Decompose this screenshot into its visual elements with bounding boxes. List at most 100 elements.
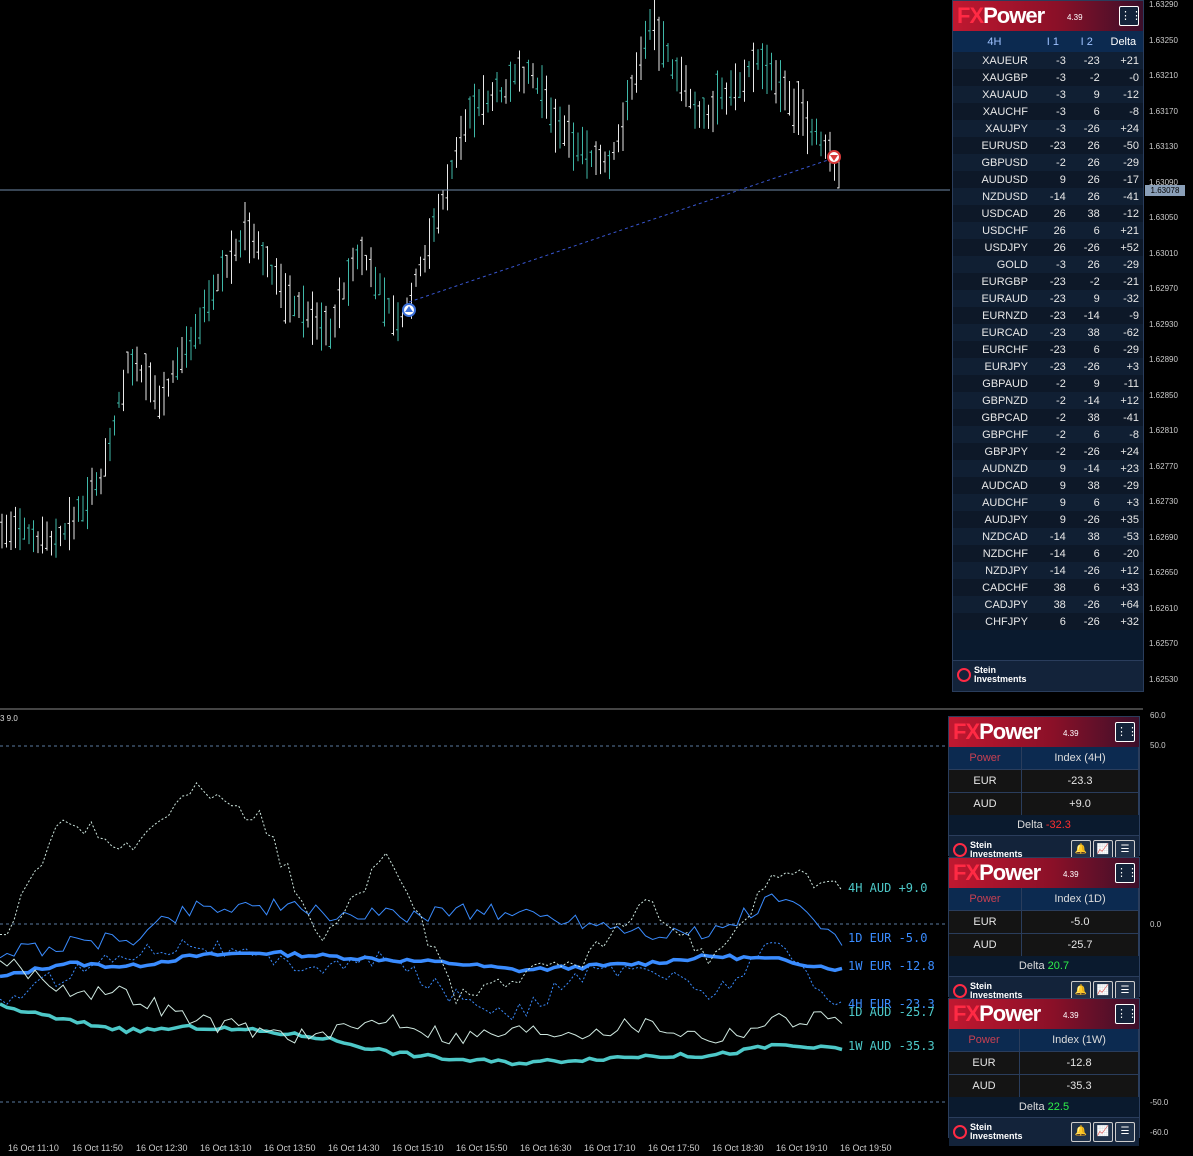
- pair-index1: 26: [1035, 222, 1070, 239]
- series-line-1d-eur: [0, 893, 843, 959]
- pair-row[interactable]: EURCAD -23 38 -62: [953, 324, 1143, 341]
- brand-footer: Stein Investments: [953, 660, 1143, 691]
- menu-icon[interactable]: ⋮⋮: [1115, 1004, 1138, 1024]
- price-axis: 1.63290 1.63250 1.63210 1.63170 1.63130 1.630…: [1143, 0, 1193, 708]
- pair-delta: -17: [1103, 171, 1143, 188]
- col-timeframe[interactable]: 4H: [953, 31, 1036, 52]
- fxpower-logo: FXPower: [957, 3, 1045, 28]
- pair-symbol: GBPCAD: [953, 409, 1036, 426]
- pair-row[interactable]: XAUJPY -3 -26 +24: [953, 120, 1143, 137]
- pair-index1: -2: [1035, 375, 1070, 392]
- pair-row[interactable]: AUDNZD 9 -14 +23: [953, 460, 1143, 477]
- pair-row[interactable]: EURAUD -23 9 -32: [953, 290, 1143, 307]
- pair-row[interactable]: GOLD -3 26 -29: [953, 256, 1143, 273]
- pair-row[interactable]: EURGBP -23 -2 -21: [953, 273, 1143, 290]
- pair-row[interactable]: EURUSD -23 26 -50: [953, 137, 1143, 154]
- pair-row[interactable]: GBPAUD -2 9 -11: [953, 375, 1143, 392]
- pair-row[interactable]: NZDCHF -14 6 -20: [953, 545, 1143, 562]
- time-tick: 16 Oct 12:30: [136, 1143, 188, 1153]
- pair-row[interactable]: NZDUSD -14 26 -41: [953, 188, 1143, 205]
- pair-row[interactable]: GBPUSD -2 26 -29: [953, 154, 1143, 171]
- pair-index2: 26: [1069, 171, 1104, 188]
- pair-row[interactable]: USDJPY 26 -26 +52: [953, 239, 1143, 256]
- pair-row[interactable]: CADCHF 38 6 +33: [953, 579, 1143, 596]
- pair-row[interactable]: AUDUSD 9 26 -17: [953, 171, 1143, 188]
- price-tick: 1.63130: [1149, 142, 1178, 151]
- stein-icon: [953, 1125, 967, 1139]
- pair-delta: +3: [1103, 494, 1143, 511]
- pair-row[interactable]: AUDCAD 9 38 -29: [953, 477, 1143, 494]
- currency-index: -12.8: [1019, 1051, 1139, 1075]
- col-index2: I 2: [1069, 31, 1104, 52]
- pair-symbol: USDCAD: [953, 205, 1036, 222]
- pair-index2: 38: [1069, 205, 1104, 222]
- pair-row[interactable]: NZDJPY -14 -26 +12: [953, 562, 1143, 579]
- level-tick: 60.0: [1150, 711, 1166, 720]
- pair-symbol: CHFJPY: [953, 613, 1036, 630]
- pair-row[interactable]: CADJPY 38 -26 +64: [953, 596, 1143, 613]
- pair-symbol: AUDUSD: [953, 171, 1036, 188]
- currency-name: EUR: [949, 1051, 1021, 1075]
- pair-index1: -23: [1035, 358, 1070, 375]
- time-tick: 16 Oct 13:10: [200, 1143, 252, 1153]
- pair-row[interactable]: EURNZD -23 -14 -9: [953, 307, 1143, 324]
- pair-row[interactable]: XAUGBP -3 -2 -0: [953, 69, 1143, 86]
- pair-delta: +32: [1103, 613, 1143, 630]
- menu-icon[interactable]: ⋮⋮: [1115, 722, 1138, 742]
- col-index1: I 1: [1035, 31, 1070, 52]
- pair-delta: -41: [1103, 188, 1143, 205]
- pair-delta: -62: [1103, 324, 1143, 341]
- price-tick: 1.62810: [1149, 426, 1178, 435]
- version-label: 4.39: [1067, 13, 1083, 22]
- currency-row: EUR -12.8: [949, 1051, 1139, 1075]
- pair-row[interactable]: USDCAD 26 38 -12: [953, 205, 1143, 222]
- pair-row[interactable]: EURCHF -23 6 -29: [953, 341, 1143, 358]
- menu-icon[interactable]: ⋮⋮: [1119, 6, 1142, 26]
- time-tick: 16 Oct 17:10: [584, 1143, 636, 1153]
- pair-index1: -2: [1035, 426, 1070, 443]
- pair-index2: 6: [1069, 341, 1104, 358]
- pair-symbol: AUDCAD: [953, 477, 1036, 494]
- price-tick: 1.62690: [1149, 532, 1178, 542]
- pair-row[interactable]: USDCHF 26 6 +21: [953, 222, 1143, 239]
- pair-row[interactable]: GBPCHF -2 6 -8: [953, 426, 1143, 443]
- pair-index1: 9: [1035, 477, 1070, 494]
- pair-row[interactable]: XAUEUR -3 -23 +21: [953, 52, 1143, 69]
- brand-footer: Stein Investments 🔔 📈 ☰: [949, 1117, 1139, 1146]
- pair-index1: 38: [1035, 579, 1070, 596]
- trade-line: [408, 157, 835, 303]
- bell-icon[interactable]: 🔔: [1071, 1122, 1091, 1142]
- pair-row[interactable]: GBPJPY -2 -26 +24: [953, 443, 1143, 460]
- pair-row[interactable]: GBPNZD -2 -14 +12: [953, 392, 1143, 409]
- pair-row[interactable]: AUDJPY 9 -26 +35: [953, 511, 1143, 528]
- menu-icon[interactable]: ☰: [1115, 1122, 1135, 1142]
- pair-delta: +33: [1103, 579, 1143, 596]
- pair-index1: 9: [1035, 494, 1070, 511]
- pair-index1: -14: [1035, 545, 1070, 562]
- pair-row[interactable]: EURJPY -23 -26 +3: [953, 358, 1143, 375]
- pair-symbol: AUDNZD: [953, 460, 1036, 477]
- pair-delta: +12: [1103, 562, 1143, 579]
- delta-value: 20.7: [1047, 960, 1070, 972]
- line-label: 4H AUD +9.0: [848, 881, 927, 895]
- pair-index1: -3: [1035, 120, 1070, 137]
- pair-symbol: AUDJPY: [953, 511, 1036, 528]
- pair-index2: 6: [1069, 426, 1104, 443]
- pair-row[interactable]: CHFJPY 6 -26 +32: [953, 613, 1143, 630]
- pair-index2: 38: [1069, 477, 1104, 494]
- pair-row[interactable]: XAUCHF -3 6 -8: [953, 103, 1143, 120]
- pair-row[interactable]: XAUAUD -3 9 -12: [953, 86, 1143, 103]
- menu-icon[interactable]: ⋮⋮: [1115, 863, 1138, 883]
- price-bars: [0, 0, 840, 558]
- pair-symbol: GBPCHF: [953, 426, 1036, 443]
- pair-row[interactable]: AUDCHF 9 6 +3: [953, 494, 1143, 511]
- col-power: Power: [949, 1029, 1021, 1052]
- pair-row[interactable]: NZDCAD -14 38 -53: [953, 528, 1143, 545]
- fxpower-header: FXPower 4.39 ⋮⋮: [949, 717, 1139, 747]
- pair-delta: -29: [1103, 477, 1143, 494]
- chart-icon[interactable]: 📈: [1093, 1122, 1113, 1142]
- level-tick: 50.0: [1150, 741, 1166, 750]
- level-tick: 0.0: [1150, 920, 1162, 929]
- pair-symbol: XAUEUR: [953, 52, 1036, 69]
- pair-row[interactable]: GBPCAD -2 38 -41: [953, 409, 1143, 426]
